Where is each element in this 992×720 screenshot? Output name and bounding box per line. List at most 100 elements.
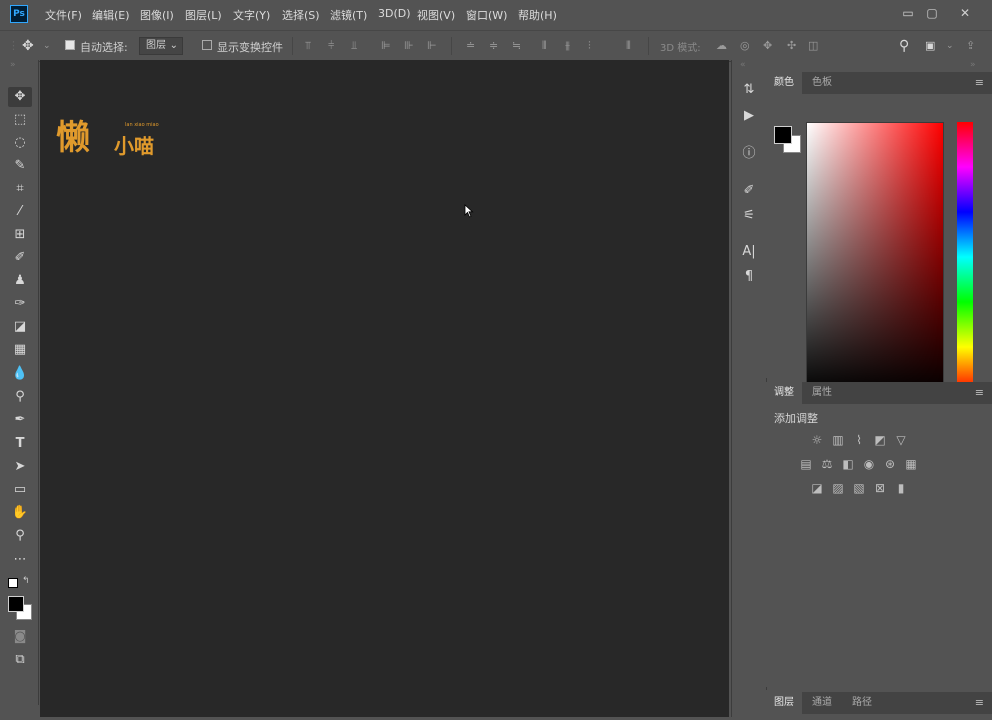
distribute-top-icon[interactable]: ≐: [466, 39, 475, 53]
color-field[interactable]: [806, 122, 944, 394]
auto-select-checkbox[interactable]: [65, 40, 75, 50]
curves-icon[interactable]: ⌇: [850, 432, 868, 448]
canvas-area[interactable]: 懒 小喵 lan xiao miao: [40, 60, 729, 717]
exposure-icon[interactable]: ◩: [871, 432, 889, 448]
close-button[interactable]: ✕: [955, 4, 975, 22]
black-white-icon[interactable]: ◧: [839, 456, 857, 472]
eyedropper-tool-icon[interactable]: ⁄: [8, 202, 32, 222]
auto-align-icon[interactable]: ⦀: [626, 39, 631, 53]
menu-filter[interactable]: 滤镜(T): [330, 7, 367, 23]
menu-image[interactable]: 图像(I): [140, 7, 174, 23]
quick-mask-icon[interactable]: ◙: [8, 627, 32, 647]
panel-menu-icon[interactable]: ≡: [975, 76, 984, 89]
menu-help[interactable]: 帮助(H): [518, 7, 557, 23]
hue-saturation-icon[interactable]: ▤: [797, 456, 815, 472]
distribute-right-icon[interactable]: ⫶: [588, 39, 591, 53]
panel-menu-icon[interactable]: ≡: [975, 386, 984, 399]
align-left-icon[interactable]: ⊫: [381, 39, 391, 53]
panel-menu-icon[interactable]: ≡: [975, 696, 984, 709]
quick-select-tool-icon[interactable]: ✎: [8, 156, 32, 176]
invert-icon[interactable]: ◪: [808, 480, 826, 496]
color-balance-icon[interactable]: ⚖: [818, 456, 836, 472]
menu-file[interactable]: 文件(F): [45, 7, 82, 23]
share-icon[interactable]: ⇪: [966, 39, 975, 53]
menu-3d[interactable]: 3D(D): [378, 7, 411, 20]
workspace-icon[interactable]: ▣: [925, 39, 935, 53]
swap-colors-icon[interactable]: ↰: [22, 576, 30, 586]
tab-paths[interactable]: 路径: [844, 692, 880, 714]
menu-view[interactable]: 视图(V): [417, 7, 455, 23]
3d-orbit-icon[interactable]: ☁: [716, 39, 727, 53]
gradient-map-icon[interactable]: ▮: [892, 480, 910, 496]
menu-select[interactable]: 选择(S): [282, 7, 320, 23]
move-tool-icon[interactable]: ✥: [22, 39, 34, 53]
threshold-icon[interactable]: ▧: [850, 480, 868, 496]
brushes-panel-icon[interactable]: ⚟: [739, 206, 759, 226]
hand-tool-icon[interactable]: ✋: [8, 503, 32, 523]
vibrance-icon[interactable]: ▽: [892, 432, 910, 448]
channel-mixer-icon[interactable]: ⊛: [881, 456, 899, 472]
tab-channels[interactable]: 通道: [804, 692, 840, 714]
pen-tool-icon[interactable]: ✒: [8, 410, 32, 430]
posterize-icon[interactable]: ▨: [829, 480, 847, 496]
align-top-icon[interactable]: ⫪: [305, 39, 311, 53]
brightness-contrast-icon[interactable]: ☼: [808, 432, 826, 448]
distribute-hcenter-icon[interactable]: ⫵: [565, 39, 570, 53]
show-transform-checkbox[interactable]: [202, 40, 212, 50]
tab-adjustments[interactable]: 调整: [766, 382, 802, 404]
rectangle-tool-icon[interactable]: ▭: [8, 480, 32, 500]
foreground-color-swatch[interactable]: [774, 126, 792, 144]
align-vcenter-icon[interactable]: ⫩: [328, 39, 334, 53]
menu-edit[interactable]: 编辑(E): [92, 7, 130, 23]
eraser-tool-icon[interactable]: ◪: [8, 317, 32, 337]
tab-layers[interactable]: 图层: [766, 692, 802, 714]
character-panel-icon[interactable]: A|: [739, 242, 759, 262]
photo-filter-icon[interactable]: ◉: [860, 456, 878, 472]
menu-layer[interactable]: 图层(L): [185, 7, 222, 23]
stamp-tool-icon[interactable]: ♟: [8, 271, 32, 291]
distribute-bottom-icon[interactable]: ≒: [512, 39, 521, 53]
3d-scale-icon[interactable]: ◫: [808, 39, 818, 53]
type-tool-icon[interactable]: T: [8, 434, 32, 454]
history-brush-tool-icon[interactable]: ✑: [8, 294, 32, 314]
gradient-tool-icon[interactable]: ▦: [8, 340, 32, 360]
collapse-icon[interactable]: «: [740, 60, 746, 70]
screen-mode-icon[interactable]: ⧉: [8, 650, 32, 670]
3d-roll-icon[interactable]: ◎: [740, 39, 750, 53]
zoom-tool-icon[interactable]: ⚲: [8, 526, 32, 546]
menu-window[interactable]: 窗口(W): [466, 7, 507, 23]
path-select-tool-icon[interactable]: ➤: [8, 457, 32, 477]
restore-button[interactable]: ▢: [922, 4, 942, 22]
align-right-icon[interactable]: ⊩: [427, 39, 437, 53]
chevron-down-icon[interactable]: ⌄: [946, 39, 954, 53]
healing-brush-tool-icon[interactable]: ⊞: [8, 225, 32, 245]
collapse-icon[interactable]: »: [970, 60, 976, 70]
3d-pan-icon[interactable]: ✥: [763, 39, 772, 53]
lasso-tool-icon[interactable]: ◌: [8, 133, 32, 153]
actions-panel-icon[interactable]: ▶: [739, 106, 759, 126]
minimize-button[interactable]: ▭: [898, 4, 918, 22]
levels-icon[interactable]: ▥: [829, 432, 847, 448]
default-colors-icon[interactable]: [8, 578, 18, 588]
marquee-tool-icon[interactable]: ⬚: [8, 110, 32, 130]
tab-properties[interactable]: 属性: [804, 382, 840, 404]
chevron-down-icon[interactable]: ⌄: [43, 39, 51, 53]
tab-swatches[interactable]: 色板: [804, 72, 840, 94]
move-tool-icon[interactable]: ✥: [8, 87, 32, 107]
collapse-icon[interactable]: »: [10, 60, 16, 70]
foreground-color-swatch[interactable]: [8, 596, 24, 612]
tab-color[interactable]: 颜色: [766, 72, 802, 94]
color-lookup-icon[interactable]: ▦: [902, 456, 920, 472]
info-panel-icon[interactable]: ⓘ: [739, 144, 759, 164]
distribute-left-icon[interactable]: ⫴: [542, 39, 547, 53]
crop-tool-icon[interactable]: ⌗: [8, 179, 32, 199]
history-panel-icon[interactable]: ⇅: [739, 80, 759, 100]
brush-settings-icon[interactable]: ✐: [739, 181, 759, 201]
paragraph-panel-icon[interactable]: ¶: [739, 267, 759, 287]
search-icon[interactable]: ⚲: [899, 39, 909, 53]
distribute-vcenter-icon[interactable]: ≑: [489, 39, 498, 53]
brush-tool-icon[interactable]: ✐: [8, 248, 32, 268]
align-bottom-icon[interactable]: ⫫: [351, 39, 357, 53]
blur-tool-icon[interactable]: 💧: [8, 364, 32, 384]
align-hcenter-icon[interactable]: ⊪: [404, 39, 414, 53]
